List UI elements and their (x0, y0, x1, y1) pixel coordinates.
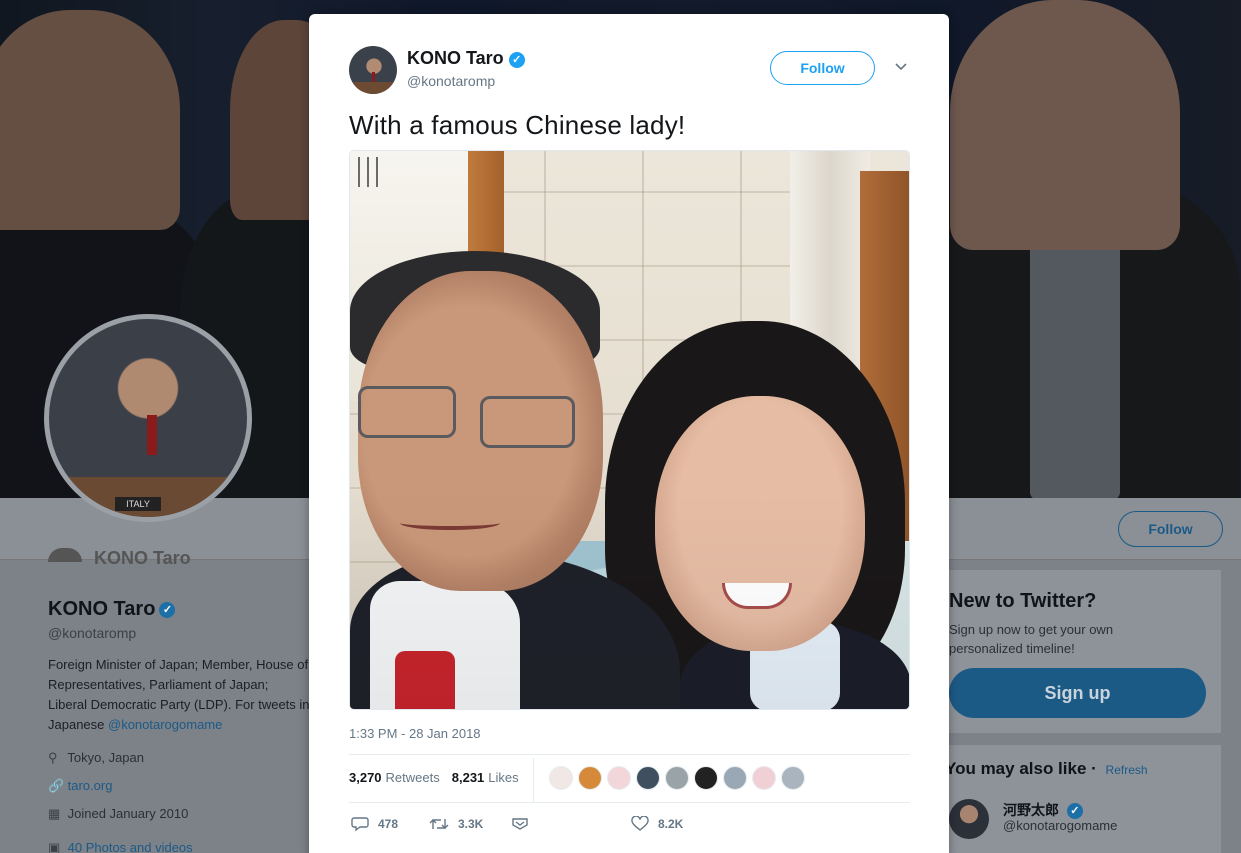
profile-photos[interactable]: ▣ 40 Photos and videos (48, 840, 193, 853)
liker-avatar[interactable] (665, 766, 689, 790)
suggestion-handle[interactable]: @konotarogomame (1003, 818, 1117, 833)
liker-avatar[interactable] (636, 766, 660, 790)
retweet-icon (429, 819, 449, 829)
liker-avatar[interactable] (607, 766, 631, 790)
profile-website[interactable]: 🔗 taro.org (48, 778, 112, 794)
retweets-stat[interactable]: 3,270 Retweets (349, 770, 440, 785)
avatar-nameplate: ITALY (115, 497, 161, 511)
location-pin-icon: ⚲ (48, 750, 58, 765)
tweet-text: With a famous Chinese lady! (349, 110, 686, 140)
retweet-count: 3.3K (458, 817, 484, 831)
signup-card-text: Sign up now to get your own personalized… (949, 622, 1114, 656)
avatar-detail (147, 415, 157, 455)
likes-label: Likes (488, 770, 519, 785)
reply-count: 478 (378, 817, 399, 831)
suggestion-avatar[interactable] (949, 799, 989, 839)
photo-part (350, 151, 909, 709)
tweet-stats: 3,270 Retweets 8,231 Likes (349, 770, 519, 785)
profile-joined: ▦ Joined January 2010 (48, 806, 188, 822)
liker-avatar[interactable] (578, 766, 602, 790)
profile-location: ⚲ Tokyo, Japan (48, 750, 144, 766)
profile-name-text: KONO Taro (48, 598, 156, 620)
refresh-link[interactable]: Refresh (1106, 763, 1148, 777)
tweet-author-handle[interactable]: @konotaromp (407, 73, 495, 89)
direct-message-icon (512, 818, 528, 830)
suggestion-name-text: 河野太郎 (1003, 802, 1059, 818)
tweet-photo[interactable] (349, 150, 910, 710)
tweet-author-name-text: KONO Taro (407, 48, 504, 68)
profile-handle[interactable]: @konotaromp (48, 625, 136, 641)
retweets-label: Retweets (385, 770, 440, 785)
divider (349, 754, 910, 755)
retweets-count: 3,270 (349, 770, 382, 785)
reply-icon (351, 817, 369, 832)
liker-avatar[interactable] (694, 766, 718, 790)
website-link[interactable]: taro.org (68, 778, 113, 793)
like-button[interactable]: 8.2K (631, 816, 683, 832)
follow-button[interactable]: Follow (770, 51, 875, 85)
tweet-author-avatar[interactable] (349, 46, 397, 94)
joined-text: Joined January 2010 (67, 806, 189, 821)
direct-message-button[interactable] (511, 816, 538, 832)
tweet-actions: 478 3.3K 8.2K (349, 816, 749, 838)
tweet-timestamp[interactable]: 1:33 PM - 28 Jan 2018 (349, 726, 481, 741)
photos-link[interactable]: 40 Photos and videos (68, 840, 193, 853)
link-icon: 🔗 (48, 778, 65, 793)
liker-avatar[interactable] (723, 766, 747, 790)
profile-avatar[interactable]: ITALY (44, 314, 252, 522)
liker-avatar[interactable] (781, 766, 805, 790)
chevron-down-icon[interactable] (893, 58, 909, 74)
verified-badge-icon: ✓ (159, 601, 176, 618)
you-may-also-like-title: You may also like (945, 759, 1087, 778)
tweet-modal: KONO Taro ✓ @konotaromp Follow With a fam… (309, 14, 949, 853)
verified-badge-icon: ✓ (508, 52, 525, 68)
profile-follow-button[interactable]: Follow (1118, 511, 1223, 547)
liker-avatars (549, 766, 810, 790)
location-text: Tokyo, Japan (67, 750, 144, 765)
verified-badge-icon: ✓ (1066, 803, 1083, 820)
calendar-icon: ▦ (48, 806, 61, 821)
retweet-button[interactable]: 3.3K (429, 816, 483, 832)
profile-name[interactable]: KONO Taro ✓ (48, 598, 176, 621)
likes-count: 8,231 (451, 770, 485, 785)
suggestion-name[interactable]: 河野太郎 ✓ (1003, 800, 1083, 820)
liker-avatar[interactable] (549, 766, 573, 790)
liker-avatar[interactable] (752, 766, 776, 790)
avatar-detail (349, 82, 397, 94)
signup-card-title: New to Twitter? (949, 590, 1097, 612)
you-may-also-like-card: You may also like · Refresh 河野太郎 ✓ @kono… (937, 745, 1221, 853)
heart-icon (631, 816, 649, 831)
you-may-also-like-header: You may also like · Refresh (945, 759, 1148, 778)
tweet-author-name[interactable]: KONO Taro ✓ (407, 48, 525, 69)
photo-icon: ▣ (48, 840, 61, 853)
profile-bio: Foreign Minister of Japan; Member, House… (48, 655, 310, 735)
bio-link[interactable]: @konotarogomame (108, 717, 222, 732)
mini-profile-name: KONO Taro (94, 548, 191, 568)
divider (349, 802, 910, 803)
likes-stat[interactable]: 8,231 Likes (452, 770, 519, 785)
reply-button[interactable]: 478 (351, 816, 398, 832)
sign-up-button[interactable]: Sign up (949, 668, 1206, 718)
signup-card: New to Twitter? Sign up now to get your … (937, 570, 1221, 733)
like-count: 8.2K (658, 817, 684, 831)
divider (533, 758, 534, 802)
